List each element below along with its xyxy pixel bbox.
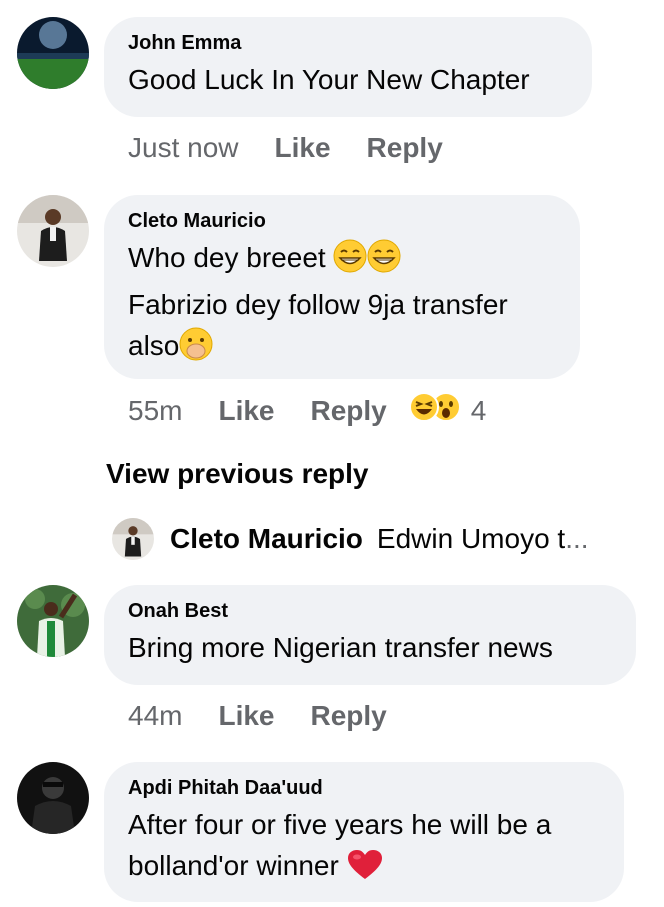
comment-text: Who dey breeet [128,242,326,273]
comment-actions: Just now Like Reply [128,132,479,164]
comment-time[interactable]: 55m [128,395,182,427]
comment-text: bolland'or winner [128,850,339,881]
comment-author[interactable]: Apdi Phitah Daa'uud [128,776,600,800]
comment-text: Good Luck In Your New Chapter [128,64,530,95]
avatar-john-emma[interactable] [17,17,89,89]
comment-text: Bring more Nigerian transfer news [128,632,553,663]
comment-text-line: bolland'or winner [128,845,600,892]
comment-bubble[interactable]: Apdi Phitah Daa'uud After four or five y… [104,762,624,902]
avatar-onah-best[interactable] [17,585,89,657]
reply-ellipsis: ... [565,523,589,554]
reply-button[interactable]: Reply [367,132,443,164]
reply-author[interactable]: Cleto Mauricio [170,523,363,555]
comment-actions: 55m Like Reply 4 [128,392,486,429]
reply-preview[interactable]: Cleto Mauricio Edwin Umoyo t... [112,518,589,560]
comment-author[interactable]: John Emma [128,31,568,55]
grin-emoji-icon [333,239,367,284]
grin-emoji-icon [367,239,401,284]
reaction-count: 4 [470,394,487,426]
comment-time[interactable]: Just now [128,132,239,164]
comment-bubble[interactable]: Onah Best Bring more Nigerian transfer n… [104,585,636,685]
like-button[interactable]: Like [218,395,274,427]
reply-button[interactable]: Reply [311,395,387,427]
comment-text-line: also [128,325,556,372]
comment-bubble[interactable]: John Emma Good Luck In Your New Chapter [104,17,592,117]
hand-over-mouth-emoji-icon [179,327,213,372]
haha-icon [408,392,439,429]
comment-text: Fabrizio dey follow 9ja transfer [128,289,508,320]
comment-time[interactable]: 44m [128,700,182,732]
comment-text: After four or five years he will be a [128,809,552,840]
reactions-summary[interactable]: 4 [408,392,487,429]
comment-text: also [128,330,180,361]
avatar-apdi-phitah[interactable] [17,762,89,834]
view-previous-reply-link[interactable]: View previous reply [106,458,369,490]
comment-text-line: Who dey breeet [128,237,556,284]
comment-author[interactable]: Cleto Mauricio [128,209,556,233]
like-button[interactable]: Like [218,700,274,732]
reply-button[interactable]: Reply [311,700,387,732]
comment-bubble[interactable]: Cleto Mauricio Who dey breeet Fabrizio d… [104,195,580,379]
comment-actions: 44m Like Reply [128,700,423,732]
avatar-cleto-mauricio-small[interactable] [112,518,154,560]
comment-author[interactable]: Onah Best [128,599,612,623]
heart-icon [347,849,383,892]
reply-text-snippet: Edwin Umoyo t [376,523,566,554]
avatar-cleto-mauricio[interactable] [17,195,89,267]
reply-text: Edwin Umoyo t... [377,523,589,555]
like-button[interactable]: Like [275,132,331,164]
